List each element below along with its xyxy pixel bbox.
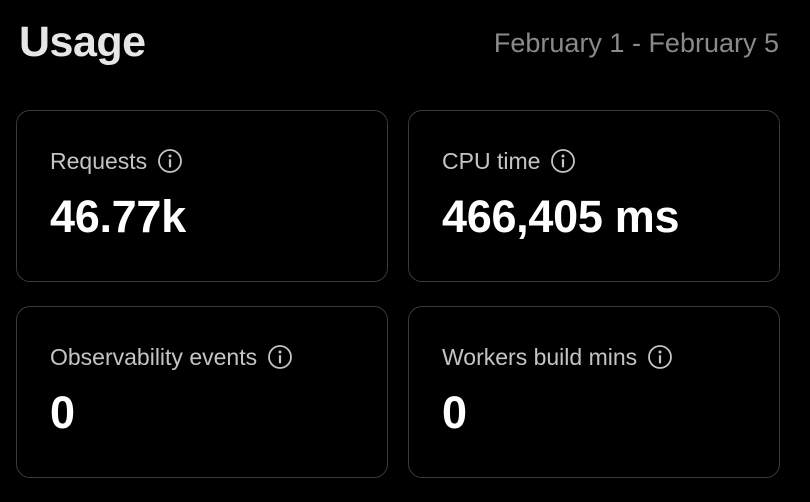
usage-header: Usage February 1 - February 5: [0, 0, 810, 90]
metric-label-row: CPU time: [442, 145, 576, 177]
metric-value: 46.77k: [50, 191, 186, 242]
info-icon[interactable]: [550, 148, 576, 174]
usage-metrics-grid: Requests 46.77k CPU time 466,405 ms Obse…: [16, 110, 780, 478]
metric-card-workers-build-mins: Workers build mins 0: [408, 306, 780, 478]
metric-card-requests: Requests 46.77k: [16, 110, 388, 282]
page-title: Usage: [19, 18, 146, 66]
info-icon[interactable]: [267, 344, 293, 370]
metric-label-row: Workers build mins: [442, 341, 673, 373]
metric-card-observability-events: Observability events 0: [16, 306, 388, 478]
metric-label-row: Requests: [50, 145, 183, 177]
date-range[interactable]: February 1 - February 5: [494, 26, 779, 60]
metric-label: Requests: [50, 148, 148, 174]
metric-value: 466,405 ms: [442, 191, 680, 242]
metric-card-cpu-time: CPU time 466,405 ms: [408, 110, 780, 282]
info-icon[interactable]: [647, 344, 673, 370]
metric-value: 0: [50, 387, 75, 438]
metric-label-row: Observability events: [50, 341, 293, 373]
metric-label: Workers build mins: [442, 344, 638, 370]
metric-label: CPU time: [442, 148, 541, 174]
metric-value: 0: [442, 387, 467, 438]
metric-label: Observability events: [50, 344, 258, 370]
info-icon[interactable]: [157, 148, 183, 174]
